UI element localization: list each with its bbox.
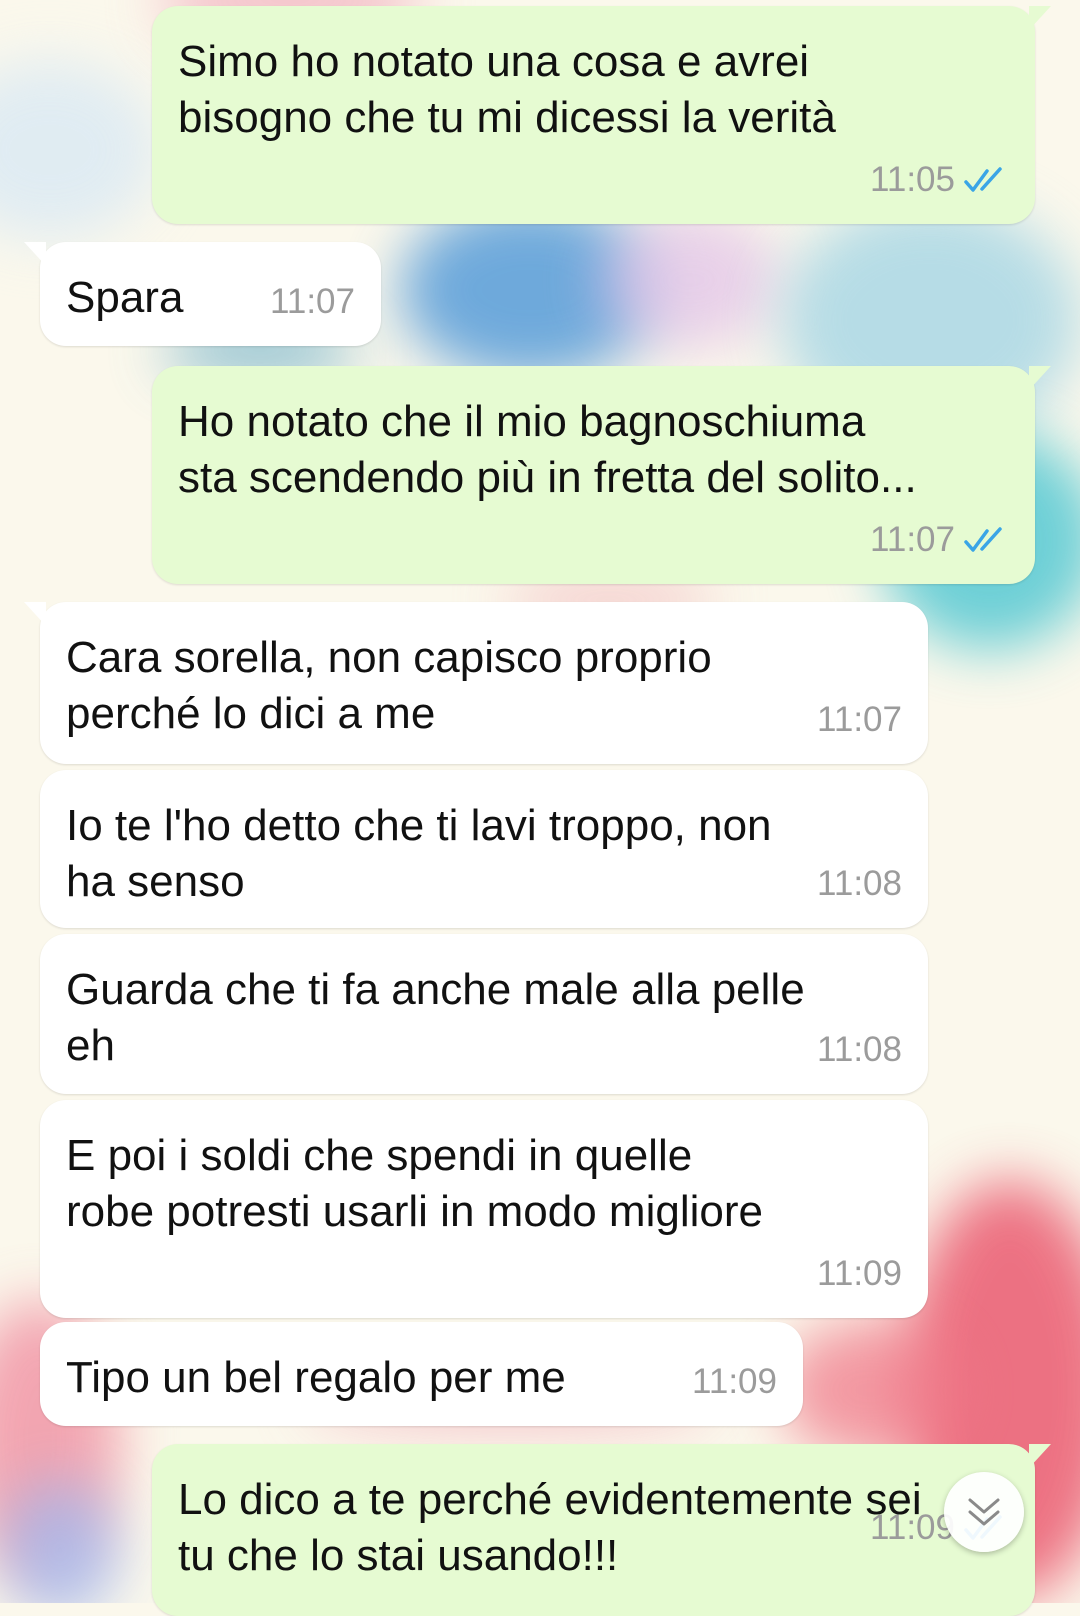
- message-text: Tipo un bel regalo per me: [66, 1353, 566, 1402]
- message-meta: 11:08: [817, 1022, 902, 1078]
- message-meta: 11:05: [870, 152, 1009, 208]
- incoming-message[interactable]: Tipo un bel regalo per me 11:09: [40, 1322, 803, 1426]
- message-text: E poi i soldi che spendi in quelle robe …: [66, 1131, 763, 1236]
- bubble-tail: [24, 602, 46, 626]
- double-chevron-down-icon: [968, 1498, 1000, 1526]
- double-check-icon: [964, 527, 1002, 552]
- message-text: Spara: [66, 273, 184, 322]
- message-text: Simo ho notato una cosa e avrei bisogno …: [178, 37, 836, 142]
- message-text: Ho notato che il mio bagnoschiuma sta sc…: [178, 397, 917, 502]
- bubble-tail: [1029, 6, 1051, 30]
- message-time: 11:07: [870, 520, 955, 559]
- message-time: 11:09: [817, 1254, 902, 1293]
- message-time: 11:07: [817, 700, 902, 739]
- double-check-icon: [964, 167, 1002, 192]
- outgoing-message[interactable]: Lo dico a te perché evidentemente sei tu…: [152, 1444, 1051, 1616]
- message-text: Lo dico a te perché evidentemente sei tu…: [178, 1475, 922, 1580]
- message-meta: 11:07: [270, 274, 355, 330]
- message-meta: 11:09: [692, 1354, 777, 1410]
- incoming-message[interactable]: Guarda che ti fa anche male alla pelle e…: [40, 934, 928, 1094]
- message-time: 11:08: [817, 1030, 902, 1069]
- incoming-message[interactable]: Spara 11:07: [24, 242, 381, 346]
- message-meta: 11:07: [817, 692, 902, 748]
- incoming-message[interactable]: Io te l'ho detto che ti lavi troppo, non…: [40, 770, 928, 928]
- outgoing-message[interactable]: Ho notato che il mio bagnoschiuma sta sc…: [152, 366, 1051, 584]
- incoming-message[interactable]: E poi i soldi che spendi in quelle robe …: [40, 1100, 928, 1318]
- message-text: Io te l'ho detto che ti lavi troppo, non…: [66, 801, 772, 906]
- message-time: 11:09: [870, 1508, 955, 1547]
- bubble-tail: [24, 242, 46, 266]
- bubble-tail: [1029, 1444, 1051, 1468]
- scroll-to-bottom-button[interactable]: [944, 1472, 1024, 1552]
- message-time: 11:07: [270, 282, 355, 321]
- message-time: 11:09: [692, 1362, 777, 1401]
- outgoing-message[interactable]: Simo ho notato una cosa e avrei bisogno …: [152, 6, 1051, 224]
- message-meta: 11:09: [817, 1246, 902, 1302]
- message-meta: 11:07: [870, 512, 1009, 568]
- message-text: Cara sorella, non capisco proprio perché…: [66, 633, 712, 738]
- message-time: 11:05: [870, 160, 955, 199]
- message-meta: 11:08: [817, 856, 902, 912]
- bubble-tail: [1029, 366, 1051, 390]
- incoming-message[interactable]: Cara sorella, non capisco proprio perché…: [24, 602, 928, 764]
- message-time: 11:08: [817, 864, 902, 903]
- message-text: Guarda che ti fa anche male alla pelle e…: [66, 965, 805, 1070]
